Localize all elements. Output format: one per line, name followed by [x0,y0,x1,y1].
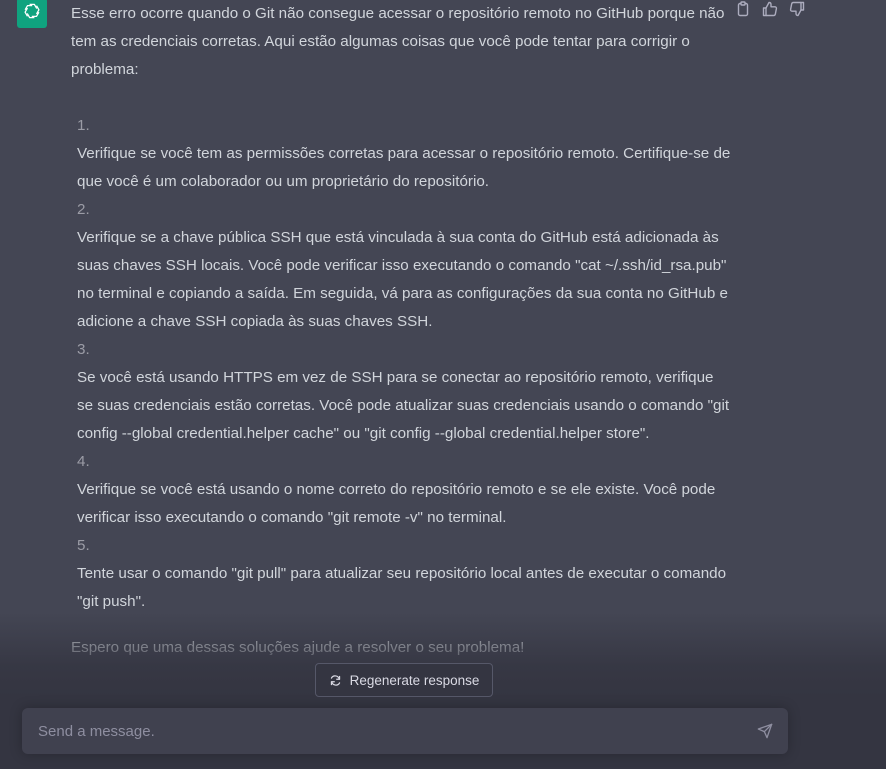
solutions-list: 1. Verifique se você tem as permissões c… [71,112,731,616]
list-item-number: 3. [77,341,90,358]
list-item-text: Se você está usando HTTPS em vez de SSH … [77,369,730,442]
list-item-text: Verifique se a chave pública SSH que est… [77,229,728,330]
list-item-text: Tente usar o comando "git pull" para atu… [77,565,727,610]
message-intro: Esse erro ocorre quando o Git não conseg… [71,5,725,78]
list-item: 4. Verifique se você está usando o nome … [77,448,731,532]
list-item-number: 4. [77,453,90,470]
message-composer [22,708,788,754]
send-icon[interactable] [756,722,774,740]
clipboard-icon[interactable] [734,0,752,18]
openai-logo-icon [21,0,43,27]
list-item-text: Verifique se você está usando o nome cor… [77,481,716,526]
refresh-icon [329,674,342,687]
list-item: 1. Verifique se você tem as permissões c… [77,112,731,196]
list-item-number: 5. [77,537,90,554]
message-actions [734,0,806,18]
list-item: 2. Verifique se a chave pública SSH que … [77,196,731,336]
chat-page: Esse erro ocorre quando o Git não conseg… [0,0,886,769]
list-item: 5. Tente usar o comando "git pull" para … [77,532,731,616]
thumbs-down-icon[interactable] [788,0,806,18]
list-item: 3. Se você está usando HTTPS em vez de S… [77,336,731,448]
message-input[interactable] [22,708,732,754]
list-item-number: 1. [77,117,90,134]
assistant-message: Esse erro ocorre quando o Git não conseg… [71,0,731,662]
thumbs-up-icon[interactable] [761,0,779,18]
list-item-text: Verifique se você tem as permissões corr… [77,145,731,190]
regenerate-label: Regenerate response [349,672,480,688]
message-outro: Espero que uma dessas soluções ajude a r… [71,639,525,656]
assistant-avatar [17,0,47,28]
list-item-number: 2. [77,201,90,218]
regenerate-response-button[interactable]: Regenerate response [315,663,493,697]
